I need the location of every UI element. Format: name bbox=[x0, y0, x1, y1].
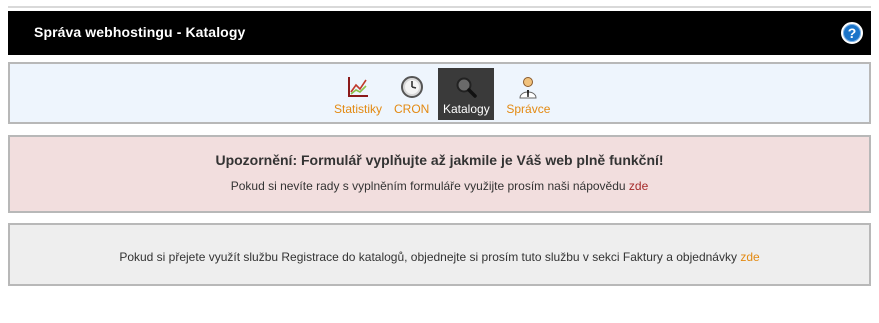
magnifier-icon bbox=[454, 75, 478, 99]
nav-item-label: Katalogy bbox=[443, 102, 490, 116]
warning-text: Pokud si nevíte rady s vyplněním formulá… bbox=[230, 179, 626, 193]
nav-item-katalogy[interactable]: Katalogy bbox=[438, 68, 495, 120]
info-text: Pokud si přejete využít službu Registrac… bbox=[119, 250, 737, 264]
order-link[interactable]: zde bbox=[740, 250, 759, 264]
page-header: Správa webhostingu - Katalogy ? bbox=[8, 11, 871, 55]
warning-text-row: Pokud si nevíte rady s vyplněním formulá… bbox=[10, 179, 869, 193]
admin-person-icon bbox=[516, 75, 540, 99]
page-title: Správa webhostingu - Katalogy bbox=[34, 24, 246, 40]
nav-item-label: Statistiky bbox=[334, 102, 383, 116]
warning-box: Upozornění: Formulář vyplňujte až jakmil… bbox=[8, 135, 871, 213]
nav-item-spravce[interactable]: Správce bbox=[503, 68, 553, 120]
clock-icon bbox=[400, 75, 424, 99]
section-nav: Statistiky CRON Katalogy Správce bbox=[8, 62, 871, 124]
help-icon[interactable]: ? bbox=[841, 22, 863, 44]
nav-item-statistiky[interactable]: Statistiky bbox=[331, 68, 385, 120]
warning-heading: Upozornění: Formulář vyplňujte až jakmil… bbox=[215, 152, 664, 168]
nav-item-label: CRON bbox=[394, 102, 430, 116]
chart-icon bbox=[346, 75, 370, 99]
top-divider bbox=[8, 6, 871, 8]
info-text-row: Pokud si přejete využít službu Registrac… bbox=[10, 250, 869, 264]
nav-item-label: Správce bbox=[506, 102, 551, 116]
info-box: Pokud si přejete využít službu Registrac… bbox=[8, 223, 871, 286]
help-link[interactable]: zde bbox=[629, 179, 648, 193]
nav-item-cron[interactable]: CRON bbox=[391, 68, 432, 120]
